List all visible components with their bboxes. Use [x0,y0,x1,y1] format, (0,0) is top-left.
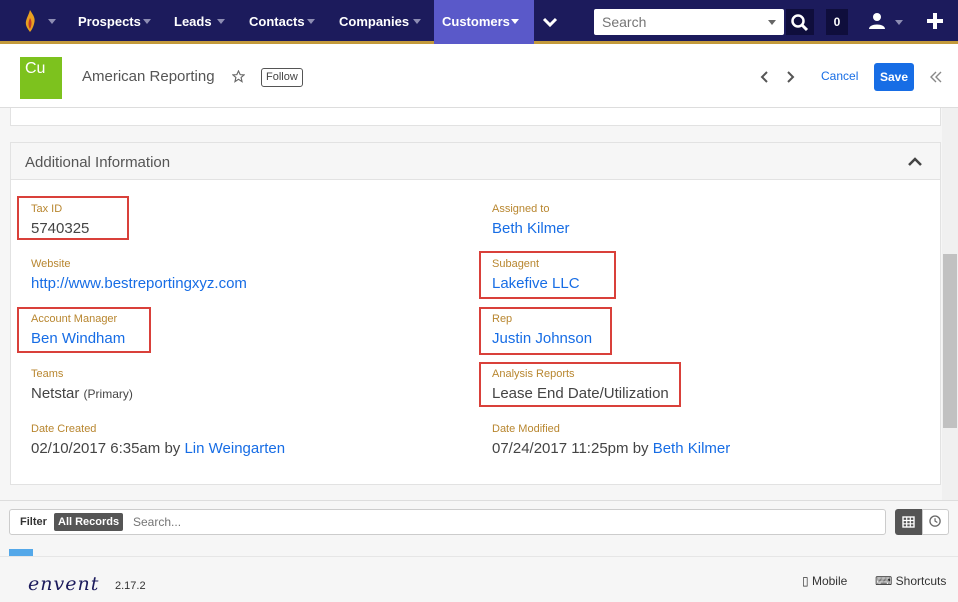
save-button[interactable]: Save [874,63,914,91]
footer-logo: envent [28,573,100,595]
clock-icon[interactable] [922,509,949,535]
field-assigned-to[interactable]: Assigned to Beth Kilmer [492,203,570,237]
more-modules-chevron-icon[interactable] [534,0,566,44]
chevron-down-icon [307,19,315,24]
record-title: American Reporting [82,68,215,85]
field-value: 02/10/2017 6:35am by Lin Weingarten [31,440,285,457]
nav-leads[interactable]: Leads [162,0,239,44]
nav-contacts-label: Contacts [249,14,305,29]
user-menu-caret-icon[interactable] [895,20,903,25]
plus-icon[interactable] [926,12,944,30]
highlight-box [479,307,612,355]
panel-title: Additional Information [25,154,171,171]
module-badge: Cu [20,57,62,99]
field-date-created[interactable]: Date Created 02/10/2017 6:35am by Lin We… [31,423,285,457]
nav-customers-label: Customers [442,14,510,29]
grid-view-icon[interactable] [895,509,922,535]
chevron-down-icon [511,19,519,24]
nav-leads-label: Leads [174,14,212,29]
highlight-box [17,196,129,240]
nav-companies-label: Companies [339,14,410,29]
footer: envent 2.17.2 ▯ Mobile ⌨ Shortcuts [0,556,958,602]
user-icon[interactable] [868,12,886,30]
field-value: Netstar (Primary) [31,385,133,402]
field-label: Date Modified [492,423,560,435]
modified-by-link[interactable]: Beth Kilmer [653,440,731,457]
highlight-box [479,362,681,407]
date-modified-value: 07/24/2017 11:25pm [492,440,629,457]
additional-information-panel: Additional Information Tax ID 5740325 We… [10,142,941,485]
filter-box: Filter All Records [9,509,886,535]
version-number: 2.17.2 [115,580,146,592]
filter-search-input[interactable] [133,512,833,532]
team-name: Netstar [31,385,80,402]
field-website[interactable]: Website http://www.bestreportingxyz.com [31,258,247,292]
field-label: Teams [31,368,64,380]
keyboard-icon: ⌨ [875,574,893,588]
double-chevron-left-icon[interactable] [930,71,942,83]
cancel-button[interactable]: Cancel [821,69,858,83]
nav-contacts[interactable]: Contacts [237,0,326,44]
previous-record-icon[interactable] [760,71,768,83]
star-icon[interactable] [232,70,245,83]
record-content: Additional Information Tax ID 5740325 We… [0,108,942,500]
team-primary-note: (Primary) [83,387,133,401]
field-date-modified[interactable]: Date Modified 07/24/2017 11:25pm by Beth… [492,423,730,457]
field-label: Website [31,258,71,270]
nav-prospects-label: Prospects [78,14,141,29]
shortcuts-link[interactable]: ⌨ Shortcuts [875,574,946,588]
all-records-filter[interactable]: All Records [54,513,124,531]
chevron-down-icon [413,19,421,24]
previous-panel [10,108,941,126]
highlight-box [479,251,616,299]
chevron-up-icon[interactable] [908,156,922,166]
field-label: Assigned to [492,203,550,215]
nav-companies[interactable]: Companies [327,0,432,44]
panel-header[interactable]: Additional Information [11,143,940,180]
date-created-value: 02/10/2017 6:35am [31,440,161,457]
record-header: Cu American Reporting Follow Cancel Save [0,47,958,108]
highlight-box [17,307,151,353]
by-text: by [164,440,181,457]
scrollbar-thumb[interactable] [943,254,957,428]
search-icon[interactable] [786,9,814,35]
follow-button[interactable]: Follow [261,68,303,87]
field-value: 07/24/2017 11:25pm by Beth Kilmer [492,440,730,457]
logo-menu-caret-icon[interactable] [48,19,56,24]
created-by-link[interactable]: Lin Weingarten [184,440,285,457]
website-link[interactable]: http://www.bestreportingxyz.com [31,275,247,292]
nav-prospects[interactable]: Prospects [66,0,162,44]
chevron-down-icon [217,19,225,24]
subpanel-filter-bar: Filter All Records [0,500,958,557]
by-text: by [632,440,649,457]
mobile-link[interactable]: ▯ Mobile [802,574,847,588]
search-module-dropdown-icon[interactable] [768,20,776,25]
flame-logo-icon[interactable] [24,10,36,32]
mobile-icon: ▯ [802,574,809,588]
next-record-icon[interactable] [787,71,795,83]
mobile-label: Mobile [811,574,848,588]
nav-customers[interactable]: Customers [434,0,534,44]
field-teams[interactable]: Teams Netstar (Primary) [31,368,133,402]
chevron-down-icon [143,19,151,24]
filter-label[interactable]: Filter [20,516,47,528]
field-label: Date Created [31,423,97,435]
shortcuts-label: Shortcuts [895,574,947,588]
global-search[interactable] [594,9,784,35]
assigned-to-link[interactable]: Beth Kilmer [492,220,570,237]
top-navbar: Prospects Leads Contacts Companies Custo… [0,0,958,44]
global-search-input[interactable] [594,9,754,35]
notification-count[interactable]: 0 [826,9,848,35]
